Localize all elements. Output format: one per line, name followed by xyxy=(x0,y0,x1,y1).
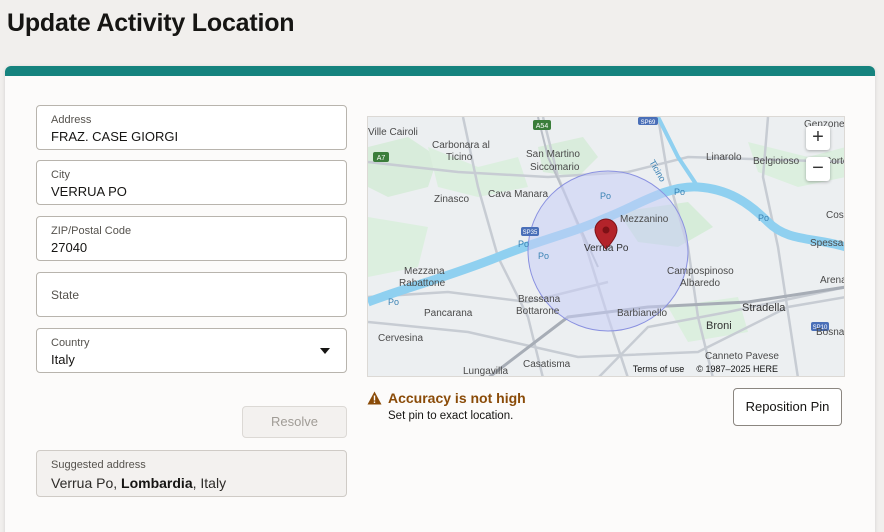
location-card: Address FRAZ. CASE GIORGI City VERRUA PO… xyxy=(5,66,875,532)
map-canvas[interactable]: A7 A54 SP69 SP35 SP10 Ville Cairoli Carb… xyxy=(368,117,845,377)
place-label: Pancarana xyxy=(424,308,473,319)
country-select[interactable]: Country Italy xyxy=(36,328,347,373)
place-label: Carbonara al xyxy=(432,140,490,151)
place-label: Arena xyxy=(820,275,845,286)
suggested-address-field: Suggested address Verrua Po, Lombardia, … xyxy=(36,450,347,497)
place-label: Mezzanino xyxy=(620,214,669,225)
place-label: Barbianello xyxy=(617,308,667,319)
river-label: Po xyxy=(600,191,611,201)
suggested-address-part1: Verrua Po, xyxy=(51,475,122,491)
country-value[interactable]: Italy xyxy=(51,351,332,368)
road-label: A54 xyxy=(536,123,549,130)
city-field[interactable]: City VERRUA PO xyxy=(36,160,347,205)
warning-icon xyxy=(367,391,382,405)
place-label: Siccomario xyxy=(530,162,580,173)
road-label: A7 xyxy=(377,155,386,162)
place-label: Lungavilla xyxy=(463,366,508,377)
accuracy-title: Accuracy is not high xyxy=(388,390,526,406)
zip-value[interactable]: 27040 xyxy=(51,239,332,256)
suggested-address-label: Suggested address xyxy=(51,459,146,471)
resolve-button[interactable]: Resolve xyxy=(242,406,347,438)
reposition-pin-button[interactable]: Reposition Pin xyxy=(733,388,842,426)
country-label: Country xyxy=(51,337,90,349)
place-label: Stradella xyxy=(742,302,786,314)
place-label: Belgioioso xyxy=(753,156,800,167)
zoom-out-button[interactable]: − xyxy=(806,157,830,181)
place-label: Zinasco xyxy=(434,194,469,205)
place-label: Canneto Pavese xyxy=(705,351,779,362)
road-label: SP35 xyxy=(523,230,538,236)
road-label: SP69 xyxy=(641,120,656,126)
map-attribution: Terms of use © 1987–2025 HERE xyxy=(621,364,778,374)
suggested-address-region: Lombardia xyxy=(121,475,193,491)
place-label: Bressana xyxy=(518,294,561,305)
terms-of-use-link[interactable]: Terms of use xyxy=(633,364,685,374)
river-label: Po xyxy=(538,251,549,261)
zip-label: ZIP/Postal Code xyxy=(51,225,132,237)
place-label: Ticino xyxy=(446,152,473,163)
map-view[interactable]: A7 A54 SP69 SP35 SP10 Ville Cairoli Carb… xyxy=(367,116,845,377)
place-label: Spessa xyxy=(810,238,844,249)
suggested-address-part2: , Italy xyxy=(192,475,227,491)
zip-field[interactable]: ZIP/Postal Code 27040 xyxy=(36,216,347,261)
place-label: Cos xyxy=(826,210,844,221)
city-label: City xyxy=(51,169,70,181)
page-title: Update Activity Location xyxy=(7,9,295,37)
river-label: Po xyxy=(674,187,685,197)
place-label: Casatisma xyxy=(523,359,571,370)
accuracy-message: Set pin to exact location. xyxy=(388,410,514,422)
river-label: Po xyxy=(758,213,769,223)
place-label: Ville Cairoli xyxy=(368,127,418,138)
address-field[interactable]: Address FRAZ. CASE GIORGI xyxy=(36,105,347,150)
place-label: Verrua Po xyxy=(584,243,629,254)
place-label: Rabattone xyxy=(399,278,446,289)
place-label: Broni xyxy=(706,320,732,332)
city-value[interactable]: VERRUA PO xyxy=(51,183,332,200)
place-label: Cava Manara xyxy=(488,189,548,200)
place-label: Bosnas xyxy=(816,327,845,338)
zoom-in-button[interactable]: + xyxy=(806,126,830,150)
place-label: San Martino xyxy=(526,149,580,160)
address-value[interactable]: FRAZ. CASE GIORGI xyxy=(51,128,332,145)
place-label: Linarolo xyxy=(706,152,742,163)
place-label: Bottarone xyxy=(516,306,560,317)
suggested-address-value: Verrua Po, Lombardia, Italy xyxy=(51,475,332,491)
state-field[interactable]: State xyxy=(36,272,347,317)
state-label: State xyxy=(51,288,80,302)
river-label: Po xyxy=(518,239,529,249)
address-label: Address xyxy=(51,114,92,126)
chevron-down-icon[interactable] xyxy=(320,348,330,354)
place-label: Albaredo xyxy=(680,278,720,289)
place-label: Campospinoso xyxy=(667,266,734,277)
map-copyright: © 1987–2025 HERE xyxy=(696,364,778,374)
river-label: Po xyxy=(388,297,399,307)
place-label: Mezzana xyxy=(404,266,445,277)
place-label: Cervesina xyxy=(378,333,423,344)
